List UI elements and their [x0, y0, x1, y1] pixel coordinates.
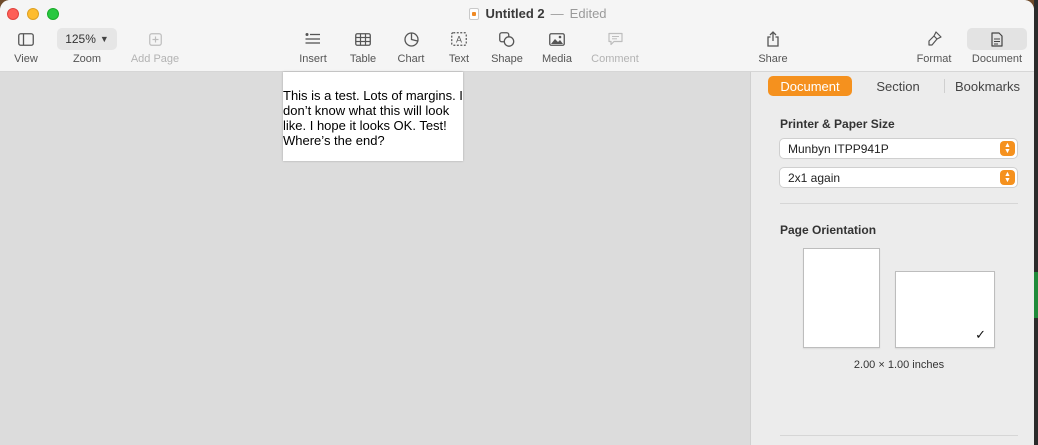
section-divider: [780, 203, 1018, 204]
insert-label: Insert: [299, 53, 327, 65]
background-window-edge: [1034, 0, 1038, 445]
media-label: Media: [542, 53, 572, 65]
svg-text:A: A: [456, 35, 462, 45]
insert-list-icon: [305, 28, 321, 50]
comment-label: Comment: [591, 53, 639, 65]
format-label: Format: [916, 53, 952, 65]
popup-arrows-icon: ▲ ▼: [1000, 141, 1015, 156]
shape-button[interactable]: Shape: [489, 28, 525, 70]
document-canvas[interactable]: This is a test. Lots of margins. I don’t…: [0, 72, 750, 445]
document-title: Untitled 2: [485, 6, 545, 21]
inspector-tabs: Document Section Bookmarks: [768, 76, 1030, 96]
fullscreen-window-button[interactable]: [47, 8, 59, 20]
add-page-label: Add Page: [130, 53, 180, 65]
media-button[interactable]: Media: [538, 28, 576, 70]
window-title-bar: Untitled 2 — Edited: [0, 6, 1034, 24]
zoom-label: Zoom: [72, 53, 102, 65]
paintbrush-icon: [914, 28, 954, 50]
close-window-button[interactable]: [7, 8, 19, 20]
table-label: Table: [349, 53, 377, 65]
comment-button[interactable]: Comment: [589, 28, 641, 70]
tab-section[interactable]: Section: [852, 76, 944, 96]
text-box-icon: A: [451, 28, 467, 50]
paper-dimensions: 2.00 × 1.00 inches: [853, 359, 945, 371]
zoom-control[interactable]: 125% ▼ Zoom: [57, 28, 117, 70]
document-button[interactable]: Document: [966, 28, 1028, 70]
tab-bookmarks[interactable]: Bookmarks: [945, 76, 1030, 96]
popup-arrows-icon: ▲ ▼: [1000, 170, 1015, 185]
table-button[interactable]: Table: [345, 28, 381, 70]
document-status: Edited: [569, 6, 607, 21]
document-label: Document: [971, 53, 1023, 65]
view-label: View: [14, 53, 38, 65]
minimize-window-button[interactable]: [27, 8, 39, 20]
share-button[interactable]: Share: [755, 28, 791, 70]
section-divider-bottom: [780, 435, 1018, 436]
page-orientation-heading: Page Orientation: [780, 223, 877, 237]
chart-label: Chart: [397, 53, 425, 65]
document-icon: [967, 28, 1027, 50]
printer-value: Munbyn ITPP941P: [788, 141, 889, 156]
pages-window: Untitled 2 — Edited View 125% ▼ Zoom Add…: [0, 0, 1034, 445]
table-icon: [355, 28, 371, 50]
title-separator: —: [550, 6, 564, 21]
chart-button[interactable]: Chart: [393, 28, 429, 70]
toolbar: Untitled 2 — Edited View 125% ▼ Zoom Add…: [0, 0, 1034, 72]
sidebar-view-icon: [18, 28, 34, 50]
document-inspector: Document Section Bookmarks Printer & Pap…: [764, 72, 1034, 445]
share-label: Share: [758, 53, 788, 65]
portrait-orientation-option[interactable]: [803, 248, 880, 348]
background-accent: [1034, 272, 1038, 318]
shape-icon: [499, 28, 515, 50]
page-body-text[interactable]: This is a test. Lots of margins. I don’t…: [283, 88, 463, 148]
chevron-down-icon: ▼: [99, 34, 109, 44]
comment-icon: [607, 28, 623, 50]
format-button[interactable]: Format: [912, 28, 956, 70]
printer-popup[interactable]: Munbyn ITPP941P ▲ ▼: [779, 138, 1018, 159]
printer-paper-size-heading: Printer & Paper Size: [780, 117, 895, 131]
photo-icon: [549, 28, 565, 50]
tab-document[interactable]: Document: [768, 76, 852, 96]
landscape-orientation-option[interactable]: ✓: [895, 271, 995, 348]
paper-size-popup[interactable]: 2x1 again ▲ ▼: [779, 167, 1018, 188]
chart-icon: [403, 28, 419, 50]
shape-label: Shape: [491, 53, 523, 65]
text-button[interactable]: A Text: [441, 28, 477, 70]
checkmark-icon: ✓: [975, 327, 986, 342]
share-icon: [766, 28, 780, 50]
document-page[interactable]: This is a test. Lots of margins. I don’t…: [283, 72, 463, 161]
pages-document-icon: [469, 8, 480, 20]
text-label: Text: [448, 53, 470, 65]
zoom-value: 125%: [65, 32, 96, 46]
insert-button[interactable]: Insert: [295, 28, 331, 70]
zoom-popup[interactable]: 125% ▼: [57, 28, 117, 50]
view-button[interactable]: View: [8, 28, 44, 70]
sidebar-divider: [750, 72, 764, 445]
paper-size-value: 2x1 again: [788, 170, 841, 185]
add-page-button[interactable]: Add Page: [128, 28, 182, 70]
plus-square-icon: [148, 28, 162, 50]
